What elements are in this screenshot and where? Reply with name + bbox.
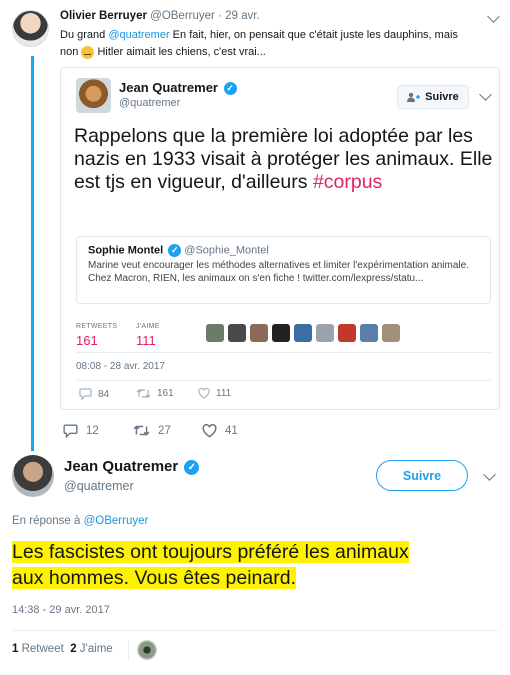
main-timestamp[interactable]: 14:38 - 29 avr. 2017 (12, 604, 110, 616)
avatar-jean-quatremer-small[interactable] (76, 78, 111, 113)
divider (76, 380, 491, 381)
tweet-time[interactable]: 29 avr. (225, 10, 260, 22)
likes-count[interactable]: 111 (136, 333, 156, 348)
liker-avatar[interactable] (250, 324, 268, 342)
liker-avatar[interactable] (137, 640, 157, 660)
quoted-tweet-text: Rappelons que la première loi adoptée pa… (74, 125, 493, 193)
reply-button[interactable]: 84 (79, 388, 109, 400)
chevron-down-icon[interactable] (479, 88, 492, 101)
divider (76, 352, 491, 353)
quoted-timestamp[interactable]: 08:08 - 28 avr. 2017 (76, 361, 165, 372)
chevron-down-icon[interactable] (487, 10, 500, 23)
liker-avatar[interactable] (294, 324, 312, 342)
like-button[interactable]: 111 (198, 388, 231, 399)
avatar-olivier-berruyer[interactable] (12, 10, 49, 47)
retweet-button[interactable]: 27 (133, 424, 171, 437)
heart-icon (198, 388, 210, 399)
likes-label: J'AIME (136, 323, 160, 330)
author-name[interactable]: Olivier Berruyer (60, 10, 147, 22)
verified-icon: ✓ (184, 459, 200, 475)
reply-icon (63, 424, 78, 438)
liker-avatar[interactable] (338, 324, 356, 342)
liker-avatar[interactable] (206, 324, 224, 342)
verified-icon: ✓ (223, 82, 237, 96)
retweets-label: RETWEETS (76, 323, 118, 330)
liker-avatar[interactable] (382, 324, 400, 342)
avatar-jean-quatremer[interactable] (12, 455, 54, 497)
main-tweet-text: Les fascistes ont toujours préféré les a… (12, 541, 409, 589)
liker-avatar[interactable] (228, 324, 246, 342)
divider (128, 640, 129, 660)
follow-button-small[interactable]: Suivre (397, 85, 469, 109)
divider (12, 630, 498, 631)
liker-avatars (206, 324, 400, 342)
reply-button[interactable]: 12 (63, 424, 99, 438)
retweet-icon (136, 389, 151, 398)
hashtag-link[interactable]: #corpus (313, 171, 382, 193)
inner-author-name: Sophie Montel (88, 244, 164, 257)
mention-link[interactable]: @quatremer (108, 29, 169, 41)
author-handle[interactable]: @OBerruyer (150, 10, 215, 22)
heart-icon (202, 424, 217, 438)
tweet-header: Olivier Berruyer @OBerruyer · 29 avr. (60, 10, 260, 22)
main-author-name[interactable]: Jean Quatremer ✓ (64, 458, 200, 475)
inner-tweet-text: Marine veut encourager les méthodes alte… (88, 260, 469, 284)
quoted-author-name[interactable]: Jean Quatremer ✓ (119, 80, 237, 96)
quoted-author-handle[interactable]: @quatremer (119, 97, 180, 109)
main-author-handle[interactable]: @quatremer (64, 479, 134, 493)
retweets-count[interactable]: 161 (76, 333, 98, 348)
reply-context: En réponse à @OBerruyer (12, 515, 149, 527)
reply-icon (79, 388, 92, 400)
inner-author-handle: @Sophie_Montel (184, 244, 269, 257)
follow-person-icon (407, 92, 421, 102)
engagement-stats: 1 Retweet 2 J'aime (12, 643, 113, 655)
chevron-down-icon[interactable] (483, 468, 496, 481)
reply-to-link[interactable]: @OBerruyer (84, 515, 149, 527)
inner-quoted-tweet[interactable]: Sophie Montel ✓ @Sophie_Montel Marine ve… (76, 236, 491, 304)
liker-avatar[interactable] (316, 324, 334, 342)
retweet-button[interactable]: 161 (136, 388, 174, 399)
like-stat[interactable]: 2 J'aime (70, 643, 112, 655)
quoted-tweet-card[interactable]: Jean Quatremer ✓ @quatremer Suivre Rappe… (60, 67, 500, 410)
liker-avatar[interactable] (360, 324, 378, 342)
follow-button[interactable]: Suivre (376, 460, 468, 491)
retweet-icon (133, 425, 150, 436)
retweet-stat[interactable]: 1 Retweet (12, 643, 64, 655)
verified-icon: ✓ (168, 244, 182, 257)
emoji-icon (81, 45, 95, 59)
like-button[interactable]: 41 (202, 424, 238, 438)
liker-avatar[interactable] (272, 324, 290, 342)
thread-connector (31, 56, 34, 451)
tweet-text: Du grand @quatremer En fait, hier, on pe… (60, 29, 458, 59)
